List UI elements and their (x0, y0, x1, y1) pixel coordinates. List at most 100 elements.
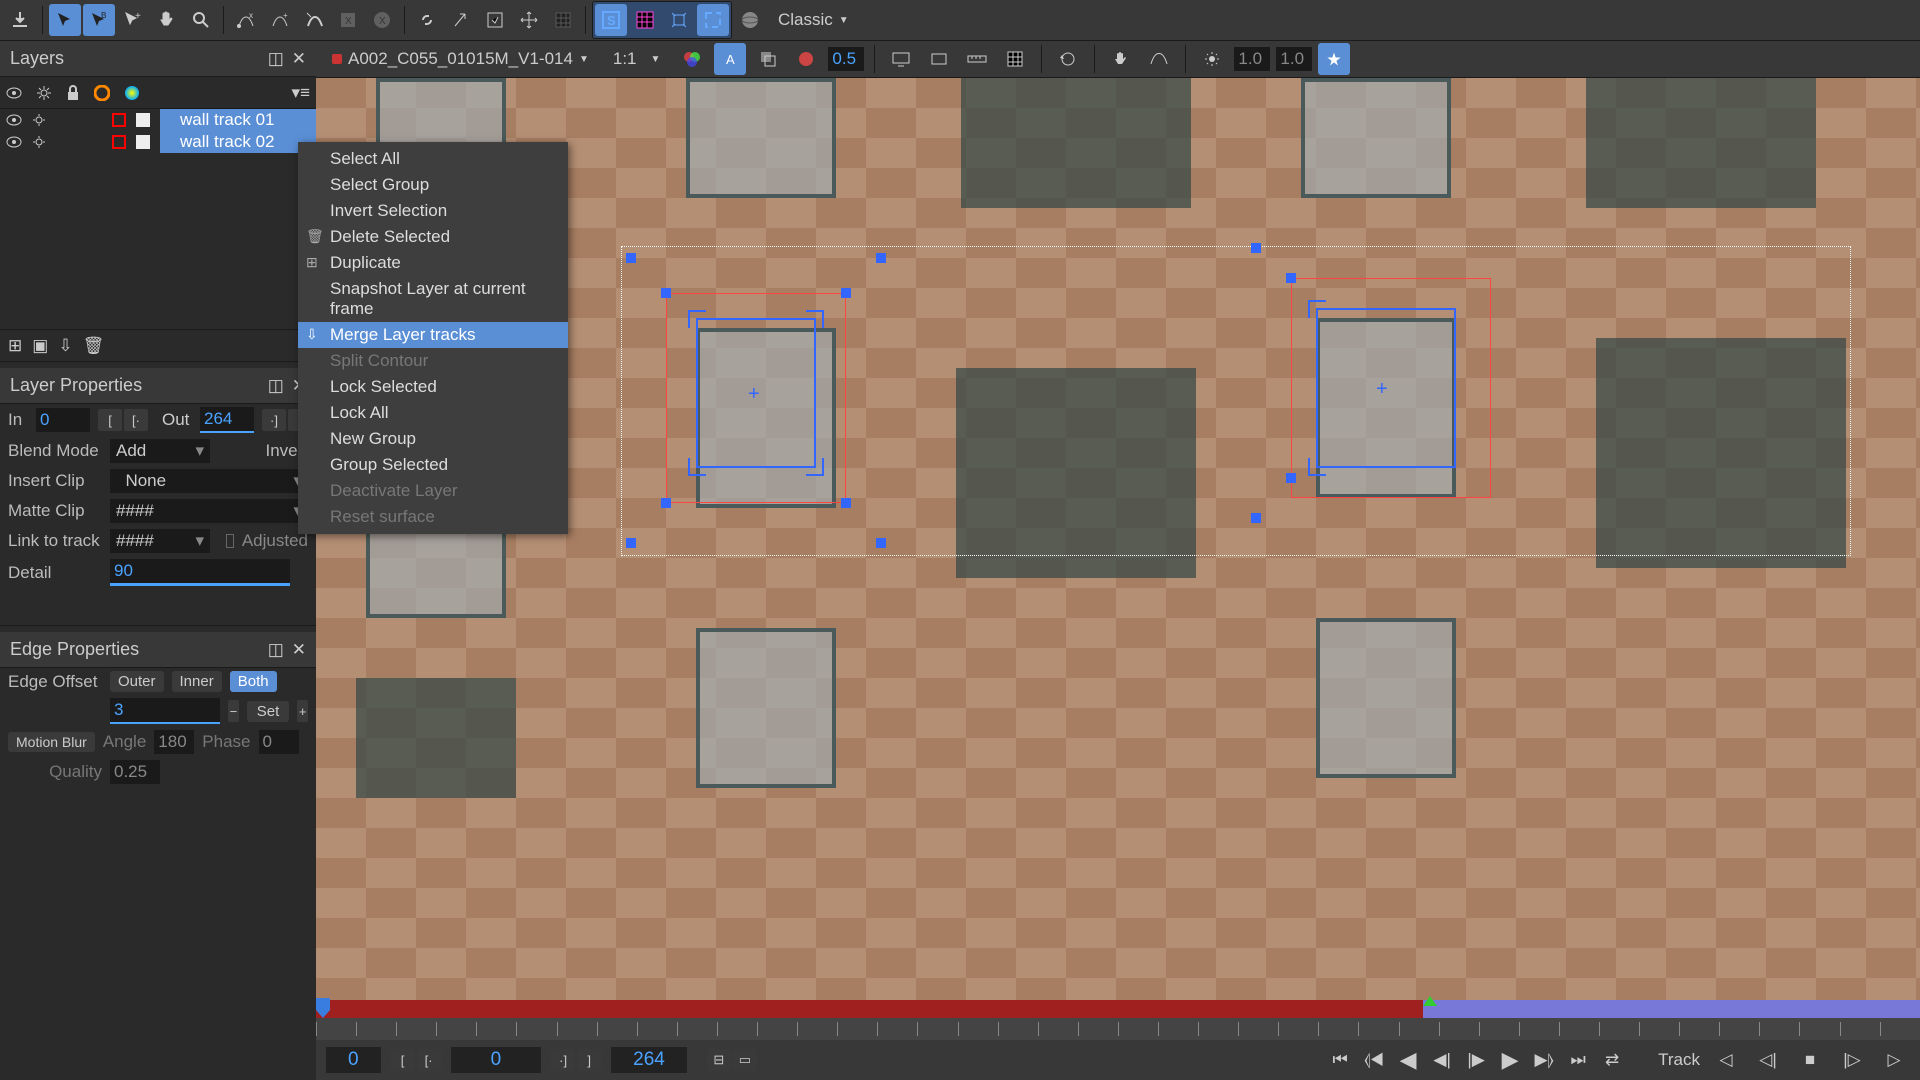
zoom-tool-icon[interactable] (185, 4, 217, 36)
panel-close-icon[interactable]: ✕ (292, 640, 306, 660)
panel-close-icon[interactable]: ✕ (292, 49, 306, 69)
filter-menu-icon[interactable]: ▾≡ (292, 83, 310, 103)
out-frame-input[interactable] (200, 407, 254, 433)
lock-icon[interactable] (66, 85, 80, 101)
show-surface-icon[interactable]: S (595, 4, 627, 36)
link-tool-icon[interactable] (411, 4, 443, 36)
eye-icon[interactable] (6, 114, 22, 126)
surface-corner-icon[interactable] (806, 458, 824, 476)
edge-plus-button[interactable]: + (297, 700, 308, 722)
track-corner-handle[interactable] (1286, 273, 1296, 283)
enable-overlay-icon[interactable] (790, 43, 822, 75)
ctx-invert-selection[interactable]: Invert Selection (298, 198, 568, 224)
grid-tool-icon[interactable] (547, 4, 579, 36)
track-stop-button[interactable]: ■ (1794, 1046, 1826, 1074)
play-button[interactable]: ▶ (1494, 1046, 1526, 1074)
spline-color-icon[interactable] (94, 85, 110, 101)
motion-blur-toggle[interactable]: Motion Blur (8, 732, 95, 752)
set-in-button[interactable]: [ (391, 1049, 415, 1071)
layer-name-label[interactable]: wall track 01 (160, 109, 316, 131)
track-fwd-one-button[interactable]: |▷ (1836, 1046, 1868, 1074)
eye-icon[interactable] (6, 136, 22, 148)
track-corner-handle[interactable] (841, 288, 851, 298)
magnetic-tool-icon[interactable] (298, 4, 330, 36)
ctx-group-selected[interactable]: Group Selected (298, 452, 568, 478)
exposure1-input[interactable] (1234, 47, 1270, 71)
go-start-button[interactable]: ⏮ (1324, 1046, 1356, 1074)
zoom-timeline-button[interactable]: ⊟ (707, 1049, 731, 1071)
ctx-select-group[interactable]: Select Group (298, 172, 568, 198)
sphere-icon[interactable] (734, 4, 766, 36)
add-point-tool-icon[interactable]: + (117, 4, 149, 36)
ctx-snapshot-layer[interactable]: Snapshot Layer at current frame (298, 276, 568, 322)
surface-corner-icon[interactable] (1308, 458, 1326, 476)
xspline-tool-icon[interactable]: x (230, 4, 262, 36)
track-handle[interactable] (1251, 513, 1261, 523)
layer-name-label[interactable]: wall track 02 (160, 131, 316, 153)
fit-timeline-button[interactable]: ▭ (733, 1049, 757, 1071)
layout-dropdown[interactable]: Classic ▼ (768, 6, 859, 34)
pointer-b-tool-icon[interactable]: B (83, 4, 115, 36)
detail-input[interactable] (110, 559, 290, 586)
set-out-current-button[interactable]: ·] (551, 1049, 575, 1071)
set-in-current-button[interactable]: [· (417, 1049, 441, 1071)
surface-corner-icon[interactable] (688, 458, 706, 476)
track-corner-handle[interactable] (1286, 473, 1296, 483)
track-backward-button[interactable]: ◁ (1710, 1046, 1742, 1074)
curve-icon[interactable] (1143, 43, 1175, 75)
overlay-icon[interactable] (752, 43, 784, 75)
track-handle[interactable] (876, 538, 886, 548)
panel-pop-icon[interactable]: ◫ (268, 49, 284, 69)
show-grid-icon[interactable] (629, 4, 661, 36)
layer-row[interactable]: wall track 01 (0, 109, 316, 131)
panel-pop-icon[interactable]: ◫ (268, 640, 284, 660)
panel-pop-icon[interactable]: ◫ (268, 376, 284, 396)
blend-mode-select[interactable]: Add (110, 439, 210, 463)
track-handle[interactable] (626, 538, 636, 548)
layer-row[interactable]: wall track 02 (0, 131, 316, 153)
play-reverse-button[interactable]: ◀ (1392, 1046, 1424, 1074)
ctx-lock-all[interactable]: Lock All (298, 400, 568, 426)
track-back-one-button[interactable]: ◁| (1752, 1046, 1784, 1074)
timeline-marker-icon[interactable] (1423, 996, 1437, 1006)
gear-icon[interactable] (32, 135, 46, 149)
download-layer-icon[interactable]: ⇩ (58, 336, 72, 356)
spline-color-swatch[interactable] (112, 113, 126, 127)
phase-input[interactable] (259, 730, 299, 754)
circle-x-tool-icon[interactable]: X (366, 4, 398, 36)
save-icon[interactable] (4, 4, 36, 36)
clip-selector[interactable]: A002_C055_01015M_V1-014 ▼ (324, 49, 597, 69)
stabilize-icon[interactable] (1318, 43, 1350, 75)
edge-inner-button[interactable]: Inner (172, 671, 222, 692)
track-corner-handle[interactable] (661, 288, 671, 298)
edge-outer-button[interactable]: Outer (110, 671, 164, 692)
bounds-tool-icon[interactable] (479, 4, 511, 36)
timeline-track[interactable] (316, 1000, 1920, 1018)
ctx-new-group[interactable]: New Group (298, 426, 568, 452)
start-frame-display[interactable]: 0 (326, 1047, 381, 1073)
bracket-in-start-button[interactable]: [ (98, 409, 122, 431)
matte-color-icon[interactable] (124, 85, 140, 101)
spline-color-swatch[interactable] (112, 135, 126, 149)
timeline-ruler[interactable] (316, 1018, 1920, 1040)
step-back-button[interactable]: ◀| (1426, 1046, 1458, 1074)
edge-minus-button[interactable]: − (228, 700, 239, 722)
quality-input[interactable] (110, 760, 160, 784)
rect-x-tool-icon[interactable]: X (332, 4, 364, 36)
track-corner-handle[interactable] (841, 498, 851, 508)
ctx-duplicate[interactable]: ⊞Duplicate (298, 250, 568, 276)
bracket-in-current-button[interactable]: [· (124, 409, 148, 431)
matte-color-swatch[interactable] (136, 135, 150, 149)
exposure2-input[interactable] (1276, 47, 1312, 71)
clip-view-icon[interactable] (923, 43, 955, 75)
track-forward-button[interactable]: ▷ (1878, 1046, 1910, 1074)
cursor-arrow-icon[interactable] (445, 4, 477, 36)
edge-offset-input[interactable] (110, 698, 220, 724)
ctx-lock-selected[interactable]: Lock Selected (298, 374, 568, 400)
brightness-icon[interactable] (1196, 43, 1228, 75)
adjusted-checkbox[interactable] (226, 534, 234, 548)
track-handle[interactable] (876, 253, 886, 263)
prev-key-button[interactable]: ⦉◀ (1358, 1046, 1390, 1074)
surface-corner-icon[interactable] (688, 310, 706, 328)
ctx-delete-selected[interactable]: 🗑Delete Selected (298, 224, 568, 250)
